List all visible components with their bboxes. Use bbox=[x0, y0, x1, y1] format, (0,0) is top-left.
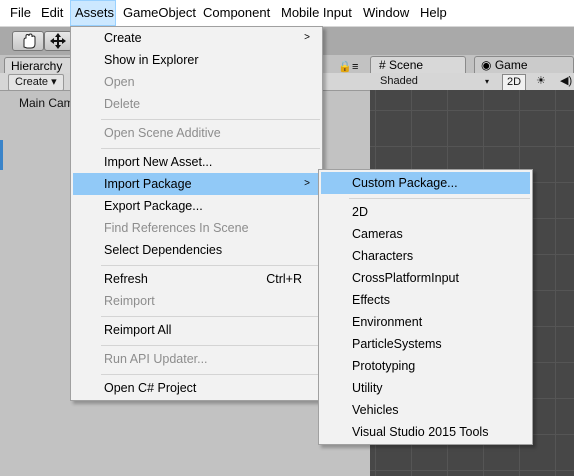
menu-item-import-new-asset[interactable]: Import New Asset... bbox=[73, 151, 320, 173]
menu-item-package-prototyping[interactable]: Prototyping bbox=[321, 355, 530, 377]
menu-separator bbox=[101, 148, 320, 149]
shortcut-label: Ctrl+R bbox=[266, 272, 302, 286]
audio-toggle-icon[interactable]: ◀) bbox=[560, 74, 572, 89]
menu-item-package-cameras[interactable]: Cameras bbox=[321, 223, 530, 245]
menu-item-find-references: Find References In Scene bbox=[104, 221, 249, 235]
menu-mobile-input[interactable]: Mobile Input bbox=[277, 0, 356, 26]
menu-separator bbox=[101, 316, 320, 317]
menu-item-reimport: Reimport bbox=[104, 294, 155, 308]
menu-component[interactable]: Component bbox=[199, 0, 274, 26]
menu-separator bbox=[101, 345, 320, 346]
menu-item-select-dependencies[interactable]: Select Dependencies bbox=[73, 239, 320, 261]
menu-separator bbox=[101, 119, 320, 120]
menu-item-package-vehicles[interactable]: Vehicles bbox=[321, 399, 530, 421]
tab-hierarchy[interactable]: Hierarchy bbox=[4, 57, 74, 74]
lighting-toggle-icon[interactable]: ☀ bbox=[536, 74, 546, 89]
shading-mode-dropdown[interactable]: Shaded bbox=[380, 74, 418, 89]
menu-gameobject[interactable]: GameObject bbox=[119, 0, 200, 26]
menu-item-package-2d[interactable]: 2D bbox=[321, 201, 530, 223]
chevron-right-icon: > bbox=[304, 32, 310, 43]
menu-item-run-api-updater: Run API Updater... bbox=[104, 352, 208, 366]
menu-help[interactable]: Help bbox=[416, 0, 451, 26]
menu-edit[interactable]: Edit bbox=[37, 0, 67, 26]
chevron-down-icon: ▾ bbox=[485, 77, 490, 86]
assets-menu: Create > Show in Explorer Open Delete Op… bbox=[70, 26, 323, 401]
menu-item-open-csharp-project[interactable]: Open C# Project bbox=[73, 377, 320, 399]
move-tool-button[interactable] bbox=[44, 31, 72, 51]
menu-item-delete: Delete bbox=[104, 97, 141, 111]
menu-separator bbox=[101, 265, 320, 266]
menu-item-label: Import Package bbox=[104, 177, 192, 191]
layers-icon[interactable]: ≡ bbox=[352, 61, 358, 73]
tab-game[interactable]: ◉ Game bbox=[474, 56, 574, 73]
hand-icon bbox=[23, 33, 36, 49]
scene-tab-label: Scene bbox=[389, 58, 424, 72]
menu-item-package-crossplatforminput[interactable]: CrossPlatformInput bbox=[321, 267, 530, 289]
2d-toggle-button[interactable]: 2D bbox=[502, 74, 527, 91]
menu-item-import-package[interactable]: Import Package > bbox=[73, 173, 320, 195]
hand-tool-button[interactable] bbox=[12, 31, 44, 51]
menu-assets[interactable]: Assets bbox=[70, 0, 116, 26]
menu-item-reimport-all[interactable]: Reimport All bbox=[73, 319, 320, 341]
game-tab-label: Game bbox=[494, 58, 528, 72]
scene-toolbar: Shaded ▾ 2D ☀ ◀) bbox=[370, 73, 574, 91]
menu-item-package-visual-studio-tools[interactable]: Visual Studio 2015 Tools bbox=[321, 421, 530, 443]
menu-item-package-particlesystems[interactable]: ParticleSystems bbox=[321, 333, 530, 355]
menu-item-package-characters[interactable]: Characters bbox=[321, 245, 530, 267]
menu-item-open: Open bbox=[104, 75, 135, 89]
menu-item-open-scene-additive: Open Scene Additive bbox=[104, 126, 221, 140]
menu-item-package-utility[interactable]: Utility bbox=[321, 377, 530, 399]
menu-item-refresh[interactable]: Refresh Ctrl+R bbox=[73, 268, 320, 290]
scene-tab-icon: # bbox=[379, 58, 386, 72]
menu-item-label: Create bbox=[104, 31, 142, 45]
menu-item-create[interactable]: Create > bbox=[73, 27, 320, 49]
menu-item-show-in-explorer[interactable]: Show in Explorer bbox=[73, 49, 320, 71]
menu-bar: File Edit Assets GameObject Component Mo… bbox=[0, 0, 574, 27]
menu-separator bbox=[349, 198, 530, 199]
menu-item-package-effects[interactable]: Effects bbox=[321, 289, 530, 311]
game-tab-icon: ◉ bbox=[481, 58, 492, 72]
menu-item-export-package[interactable]: Export Package... bbox=[73, 195, 320, 217]
chevron-right-icon: > bbox=[304, 178, 310, 189]
menu-file[interactable]: File bbox=[6, 0, 35, 26]
hierarchy-create-button[interactable]: Create ▾ bbox=[8, 74, 64, 91]
menu-window[interactable]: Window bbox=[359, 0, 413, 26]
move-icon bbox=[50, 33, 66, 49]
menu-item-label: Refresh bbox=[104, 272, 148, 286]
hierarchy-tab-label: Hierarchy bbox=[11, 59, 63, 73]
lock-icon[interactable]: 🔒 bbox=[338, 60, 352, 73]
selection-marker bbox=[0, 140, 3, 170]
menu-item-package-environment[interactable]: Environment bbox=[321, 311, 530, 333]
menu-separator bbox=[101, 374, 320, 375]
import-package-submenu: Custom Package... 2D Cameras Characters … bbox=[318, 169, 533, 445]
menu-item-custom-package[interactable]: Custom Package... bbox=[321, 172, 530, 194]
tab-scene[interactable]: # Scene bbox=[370, 56, 466, 73]
